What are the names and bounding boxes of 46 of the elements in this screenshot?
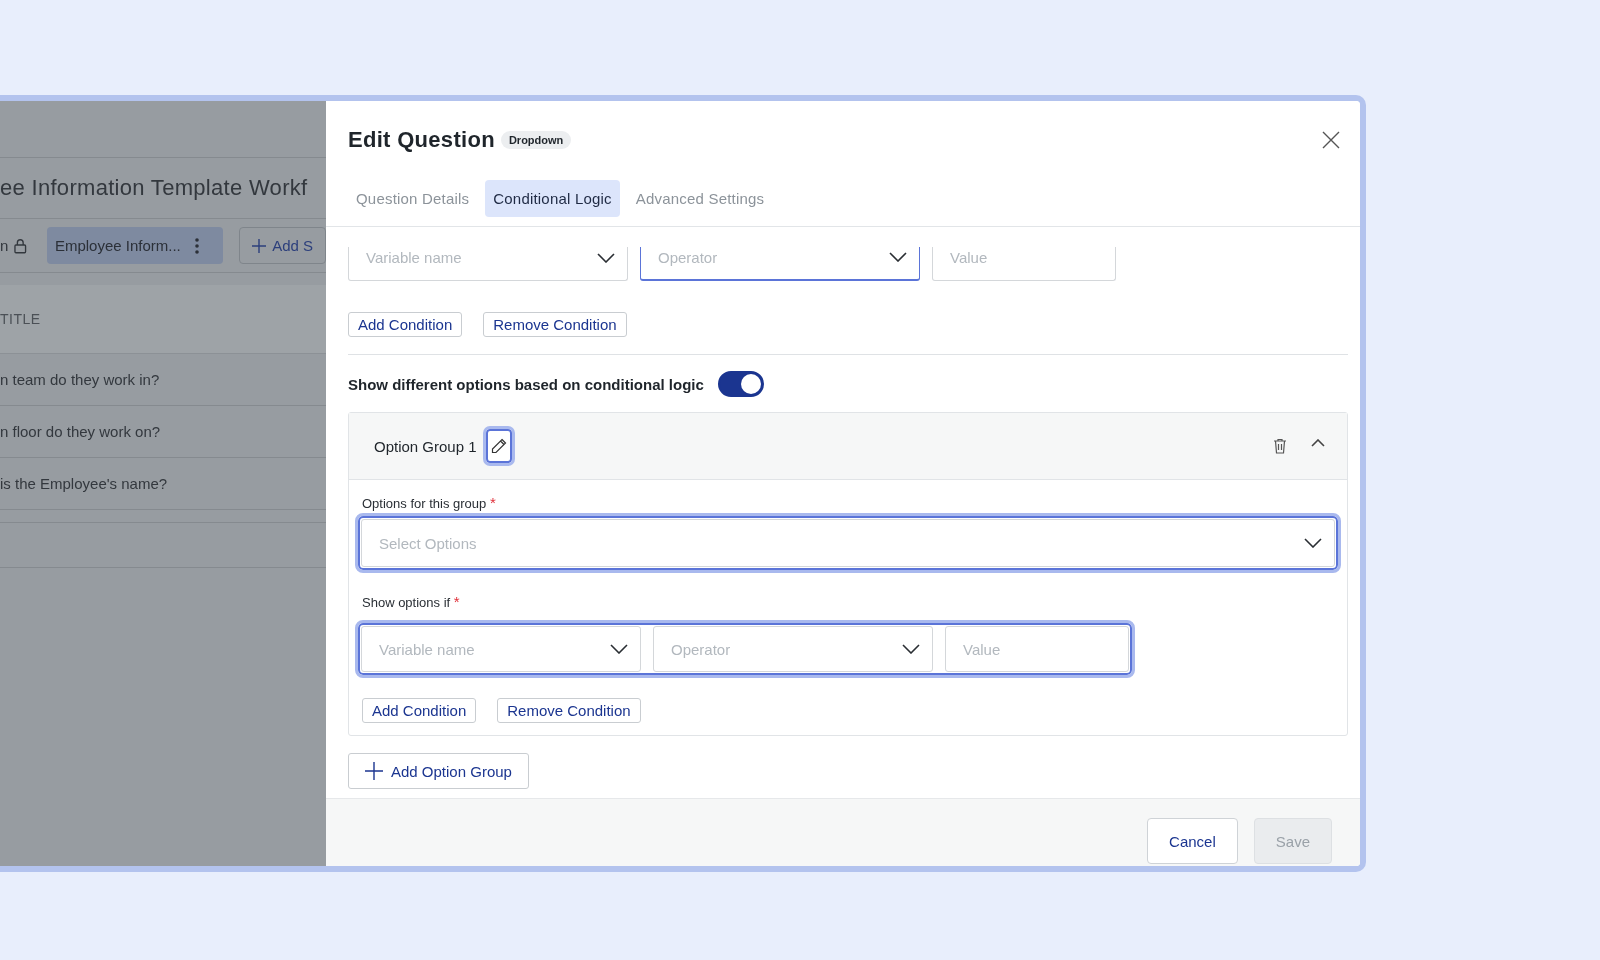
toggle-label: Show different options based on conditional logic — [348, 375, 704, 393]
column-header: TITLE — [0, 311, 41, 327]
chevron-down-icon — [889, 252, 907, 262]
dropdown-field[interactable]: Operator — [640, 247, 920, 281]
required-mark: * — [489, 494, 496, 511]
dialog-title: Edit Question — [348, 126, 495, 153]
lock-icon — [14, 237, 27, 254]
field-label: Options for this group — [362, 496, 487, 511]
chevron-down-icon — [1304, 538, 1322, 548]
edit-button[interactable] — [482, 426, 515, 466]
page-title: ee Information Template Workf — [0, 175, 308, 201]
pencil-icon — [490, 438, 507, 454]
question-title: n team do they work in? — [0, 371, 160, 388]
close-button[interactable] — [1322, 130, 1340, 149]
tab[interactable]: Question Details — [348, 180, 478, 217]
plus-icon — [252, 238, 267, 253]
section-chip[interactable]: Employee Inform... — [46, 227, 224, 264]
kebab-icon — [194, 237, 199, 254]
condition-button[interactable]: Add Condition — [362, 698, 477, 723]
chevron-down-icon — [610, 644, 628, 654]
condition-button[interactable]: Remove Condition — [497, 698, 641, 723]
question-title: n floor do they work on? — [0, 423, 161, 440]
cancel-button[interactable]: Cancel — [1147, 818, 1238, 864]
chevron-down-icon — [597, 252, 615, 263]
input-field[interactable]: Value — [945, 626, 1129, 672]
type-badge: Dropdown — [500, 130, 572, 149]
condition-button[interactable]: Remove Condition — [483, 312, 627, 337]
condition-button[interactable]: Add Condition — [348, 312, 463, 337]
question-title: is the Employee's name? — [0, 475, 168, 492]
toolbar-label: n — [0, 237, 9, 254]
dropdown-field[interactable]: Operator — [653, 626, 933, 672]
plus-icon — [365, 762, 383, 780]
field-label: Show options if — [362, 595, 451, 610]
tab[interactable]: Conditional Logic — [485, 180, 620, 217]
dropdown-field[interactable]: Variable name — [361, 626, 641, 672]
group-title: Option Group 1 — [374, 437, 477, 455]
dropdown-field[interactable]: Select Options — [361, 519, 1335, 567]
dropdown-field[interactable]: Variable name — [348, 247, 628, 281]
required-mark: * — [453, 593, 460, 610]
add-option-group-button[interactable]: Add Option Group — [348, 753, 529, 789]
chevron-down-icon — [902, 644, 920, 654]
close-icon — [1322, 130, 1340, 149]
trash-icon[interactable] — [1273, 438, 1287, 454]
input-field[interactable]: Value — [932, 247, 1116, 281]
toggle-switch[interactable] — [717, 371, 764, 397]
tab[interactable]: Advanced Settings — [627, 180, 773, 217]
